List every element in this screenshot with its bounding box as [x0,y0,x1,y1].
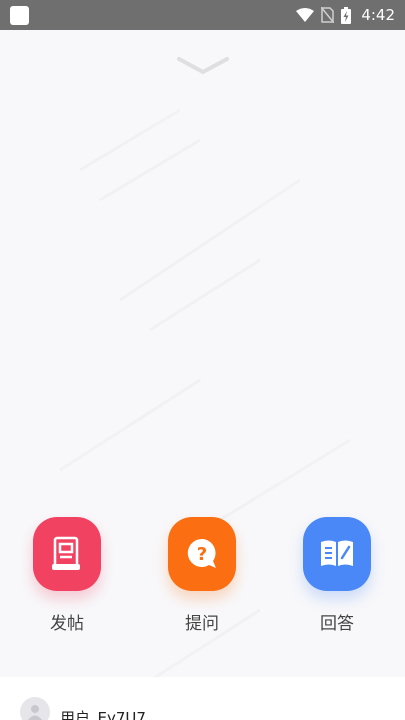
collapse-chevron-icon[interactable] [177,56,229,76]
wifi-icon [296,8,315,22]
user-name: 用户_Ey7U7 [60,709,146,720]
ask-action-label: 提问 [185,614,219,634]
feed-card-preview[interactable]: 用户_Ey7U7 [0,677,405,720]
answer-action-label: 回答 [320,614,354,634]
post-action[interactable]: 发帖 [22,517,112,634]
question-bubble-icon: ? [187,538,216,568]
status-time: 4:42 [361,6,395,24]
post-action-label: 发帖 [50,614,84,634]
answer-action-icon-bg [303,517,371,591]
post-action-icon-bg [33,517,101,591]
no-sim-icon [321,7,335,23]
svg-text:?: ? [197,544,207,565]
open-book-icon [321,540,353,566]
answer-action[interactable]: 回答 [292,517,382,634]
avatar[interactable] [20,697,50,720]
status-bar: 4:42 [0,0,405,30]
app-notification-icon [10,5,29,25]
post-actions: 发帖 ? 提问 回答 [0,517,405,637]
ask-action-icon-bg: ? [168,517,236,591]
user-avatar-icon [28,705,42,720]
post-menu-screen: 4:42 发帖 ? 提问 回答 用户_Ey7U7 [0,0,405,720]
ask-action[interactable]: ? 提问 [157,517,247,634]
post-document-icon [52,536,80,570]
battery-charging-icon [341,6,352,24]
